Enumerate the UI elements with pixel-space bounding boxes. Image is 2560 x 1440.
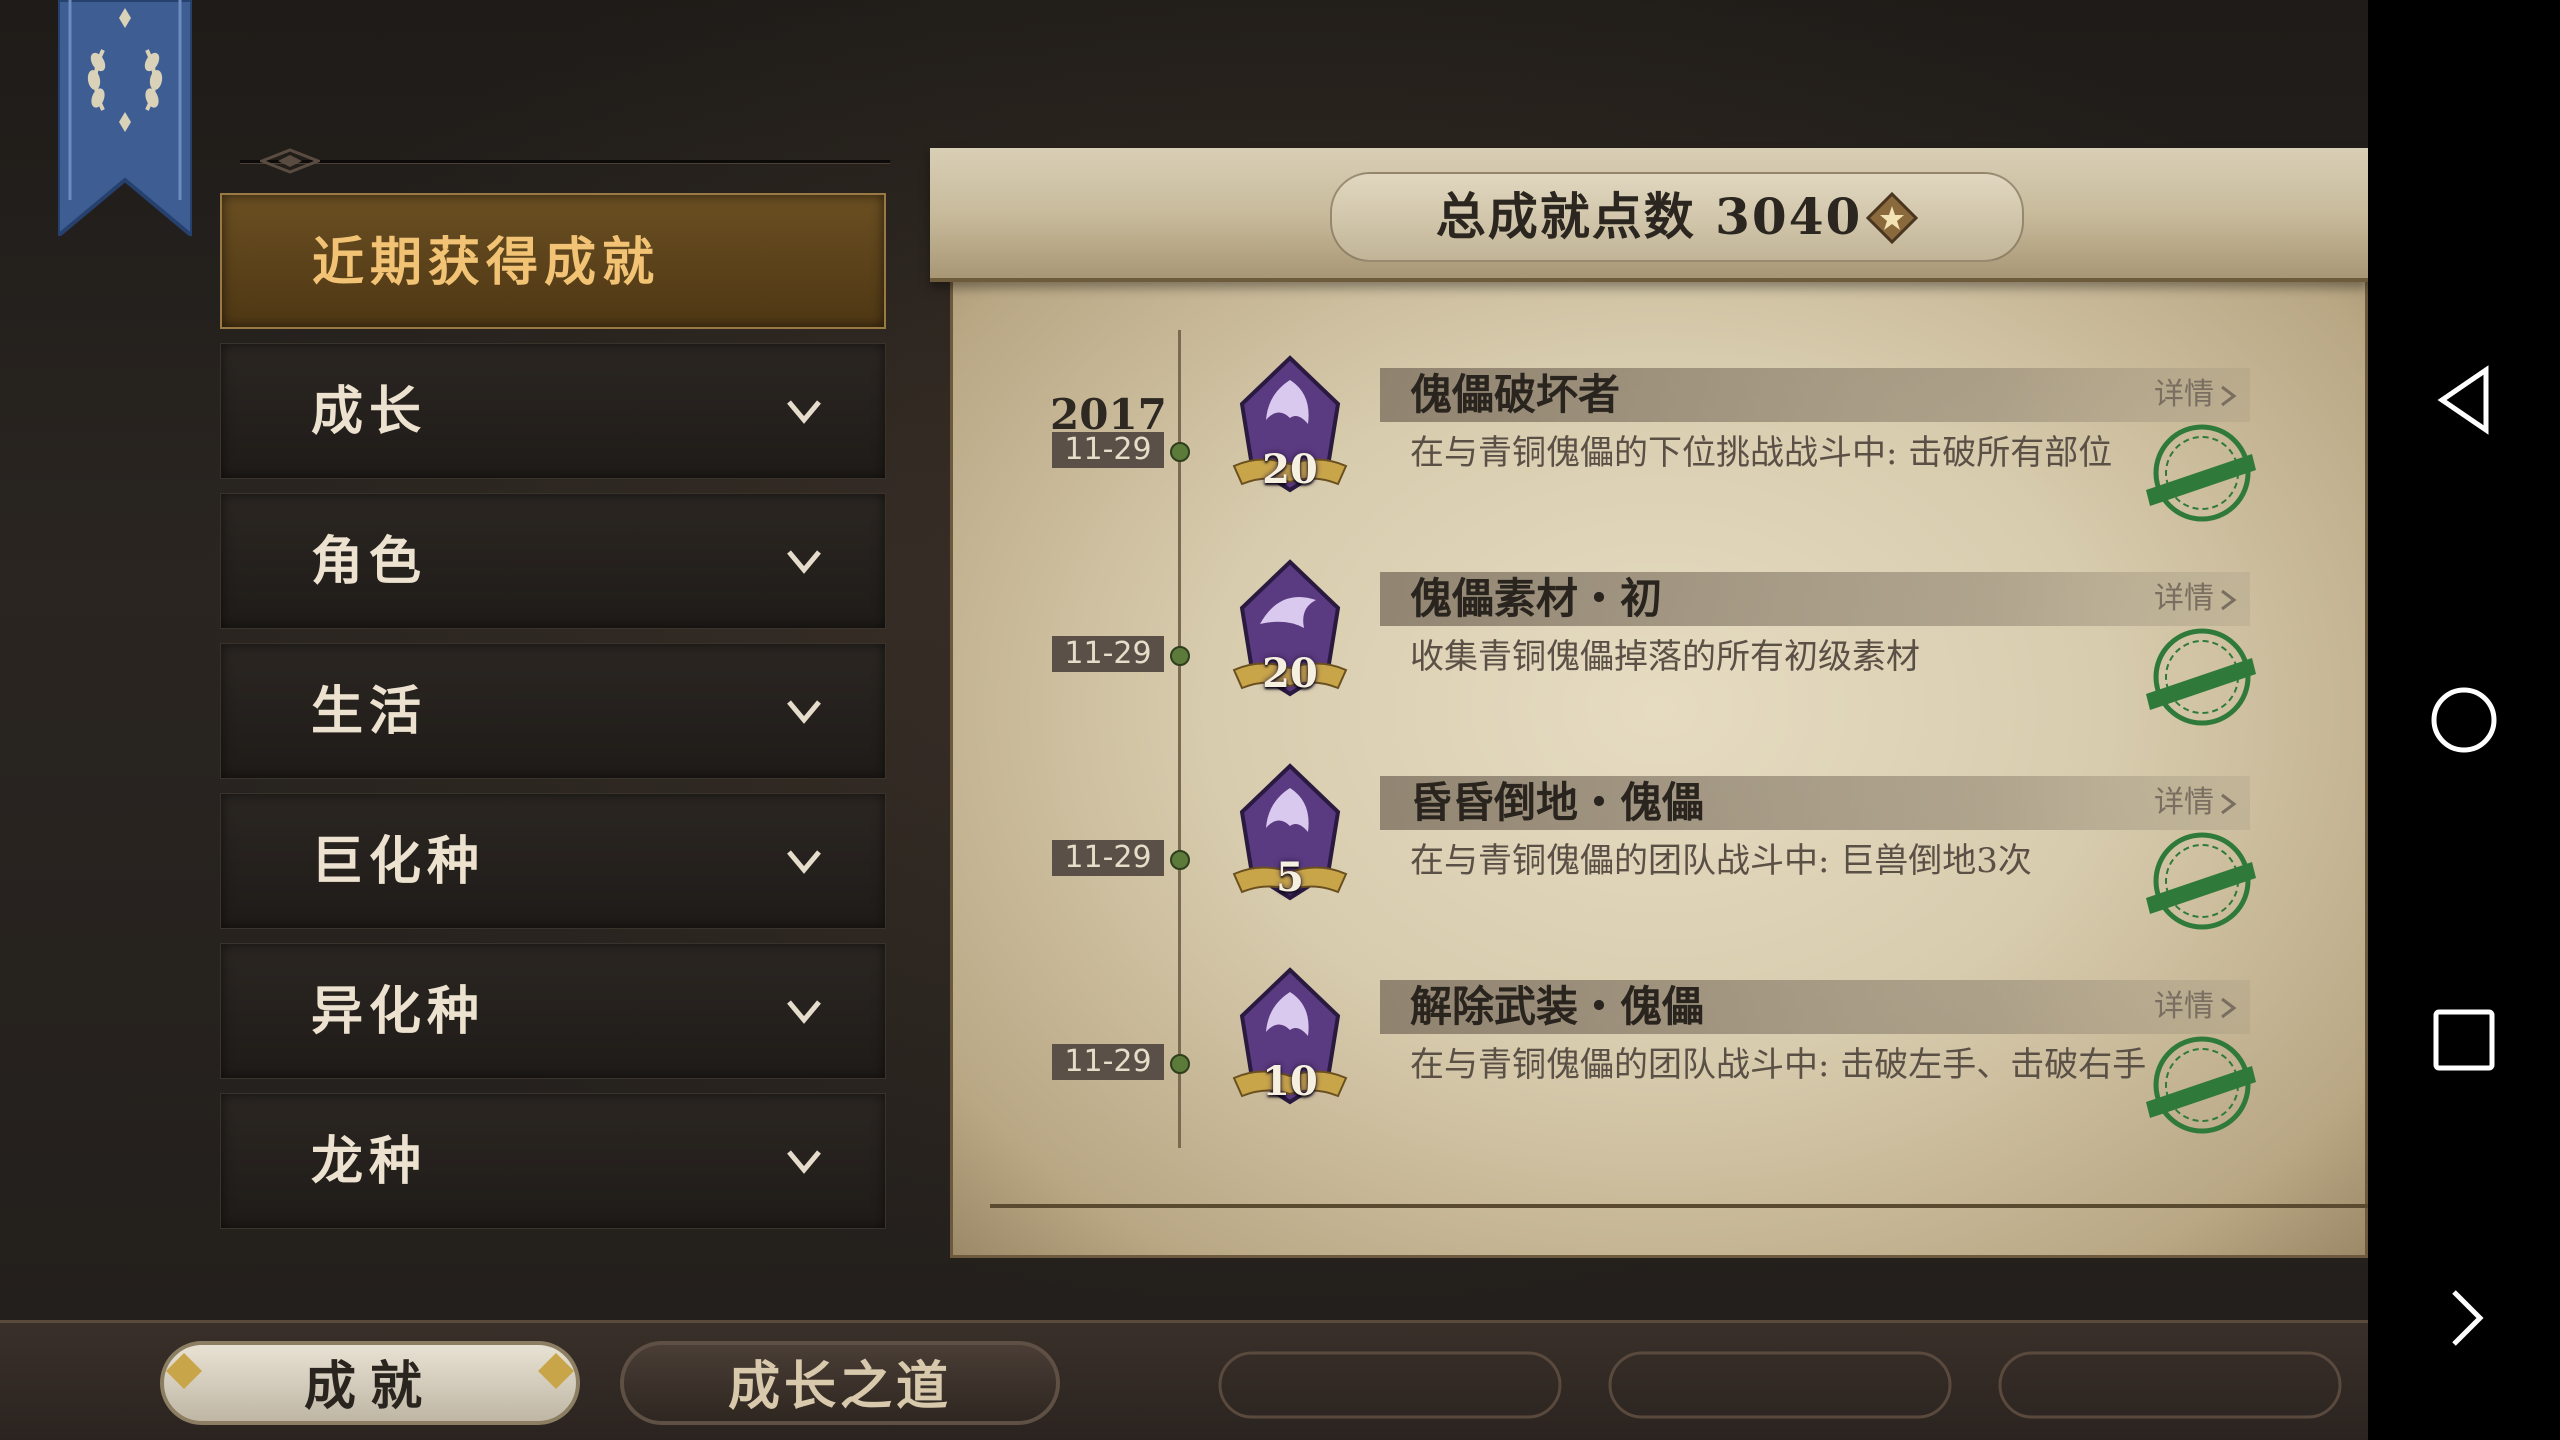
details-label: 详情 [2154,581,2214,616]
timeline-dot [1170,850,1190,870]
scroll-header: 总成就点数 3040 [930,148,2368,282]
menu-item-growth[interactable]: 成长 [220,343,886,479]
chevron-down-icon [787,700,821,724]
system-nav-bar [2368,0,2560,1440]
entry-description: 收集青铜傀儡掉落的所有初级素材 [1410,637,1920,677]
menu-item-giant-species[interactable]: 巨化种 [220,793,886,929]
achievement-scroll: 总成就点数 3040 2017 11-29 20 傀儡破坏者 详情 在与青铜傀儡… [930,148,2368,1258]
menu-item-label: 异化种 [311,981,486,1042]
chevron-right-icon [2221,997,2237,1019]
entry-title: 解除武装・傀儡 [1410,982,1705,1031]
entry-date: 11-29 [1052,1044,1164,1080]
game-screen: 近期获得成就 成长 角色 生活 巨化种 异化种 龙种 总成就点数 3040 20… [0,0,2368,1440]
entry-title: 傀儡素材・初 [1410,574,1663,623]
tab-label: 成长之道 [727,1356,952,1417]
chevron-down-icon [787,1000,821,1024]
total-points-text: 总成就点数 3040 [1435,187,1863,246]
medal-points: 20 [1262,446,1318,493]
entry-date: 11-29 [1052,432,1164,468]
entry-description: 在与青铜傀儡的团队战斗中: 击破左手、击破右手 [1410,1045,2147,1085]
chevron-right-icon [2221,793,2237,815]
achieved-stamp-icon [2146,628,2256,726]
laurel-banner-icon [58,0,192,236]
entry-date: 11-29 [1052,840,1164,876]
menu-item-label: 近期获得成就 [312,232,661,293]
timeline-dot [1170,646,1190,666]
chevron-down-icon [787,850,821,874]
menu-item-recent[interactable]: 近期获得成就 [220,193,886,329]
home-circle-icon[interactable] [2424,680,2504,760]
menu-item-character[interactable]: 角色 [220,493,886,629]
tab-achievements[interactable]: 成就 [160,1341,580,1425]
recents-square-icon[interactable] [2424,1000,2504,1080]
details-button[interactable]: 详情 [2154,980,2238,1034]
details-label: 详情 [2154,785,2214,820]
chevron-down-icon [787,1150,821,1174]
entry-description: 在与青铜傀儡的团队战斗中: 巨兽倒地3次 [1410,841,2032,881]
back-triangle-icon[interactable] [2424,360,2504,440]
entry-description: 在与青铜傀儡的下位挑战战斗中: 击破所有部位 [1410,433,2113,473]
achievement-entry: 11-29 10 解除武装・傀儡 详情 在与青铜傀儡的团队战斗中: 击破左手、击… [930,967,2368,1202]
total-points-plate: 总成就点数 3040 [1330,172,2024,262]
bottom-ornament-icon [1218,1351,2342,1419]
chevron-right-icon[interactable] [2424,1278,2504,1358]
menu-item-mutant-species[interactable]: 异化种 [220,943,886,1079]
achievement-entry: 11-29 5 昏昏倒地・傀儡 详情 在与青铜傀儡的团队战斗中: 巨兽倒地3次 [930,763,2368,998]
bottom-tab-bar: 成就 成长之道 [0,1320,2368,1440]
details-button[interactable]: 详情 [2154,776,2238,830]
medal-points: 5 [1276,854,1304,901]
chevron-right-icon [2221,385,2237,407]
tab-ornament-icon [166,1353,202,1389]
timeline-dot [1170,442,1190,462]
menu-item-label: 巨化种 [311,831,486,892]
menu-item-life[interactable]: 生活 [220,643,886,779]
achievement-point-gem-icon [1866,192,1919,244]
achieved-stamp-icon [2146,1036,2256,1134]
tab-ornament-icon [538,1353,574,1389]
menu-item-dragon-species[interactable]: 龙种 [220,1093,886,1229]
details-label: 详情 [2154,989,2214,1024]
medal-points: 10 [1262,1058,1318,1105]
medal-points: 20 [1262,650,1318,697]
chevron-down-icon [787,400,821,424]
details-label: 详情 [2154,377,2214,412]
achievement-category-menu: 近期获得成就 成长 角色 生活 巨化种 异化种 龙种 [220,193,888,1243]
menu-item-label: 角色 [311,531,428,592]
achieved-stamp-icon [2146,424,2256,522]
total-points-title: 总成就点数 3040 [1332,174,2022,260]
achieved-stamp-icon [2146,832,2256,930]
menu-top-divider [240,160,890,164]
timeline-dot [1170,1054,1190,1074]
details-button[interactable]: 详情 [2154,572,2238,626]
details-button[interactable]: 详情 [2154,368,2238,422]
menu-item-label: 成长 [311,381,428,442]
divider-ornament-icon [260,148,320,174]
tab-growth-path[interactable]: 成长之道 [620,1341,1060,1425]
entry-date: 11-29 [1052,636,1164,672]
chevron-right-icon [2221,589,2237,611]
menu-item-label: 生活 [311,681,428,742]
entry-title: 昏昏倒地・傀儡 [1410,778,1705,827]
chevron-down-icon [787,550,821,574]
entry-title: 傀儡破坏者 [1410,370,1621,419]
achievement-entry: 2017 11-29 20 傀儡破坏者 详情 在与青铜傀儡的下位挑战战斗中: 击… [930,355,2368,590]
scroll-bottom-edge [990,1204,2368,1208]
menu-item-label: 龙种 [311,1131,428,1192]
tab-label: 成就 [303,1356,436,1417]
achievement-entry: 11-29 20 傀儡素材・初 详情 收集青铜傀儡掉落的所有初级素材 [930,559,2368,794]
